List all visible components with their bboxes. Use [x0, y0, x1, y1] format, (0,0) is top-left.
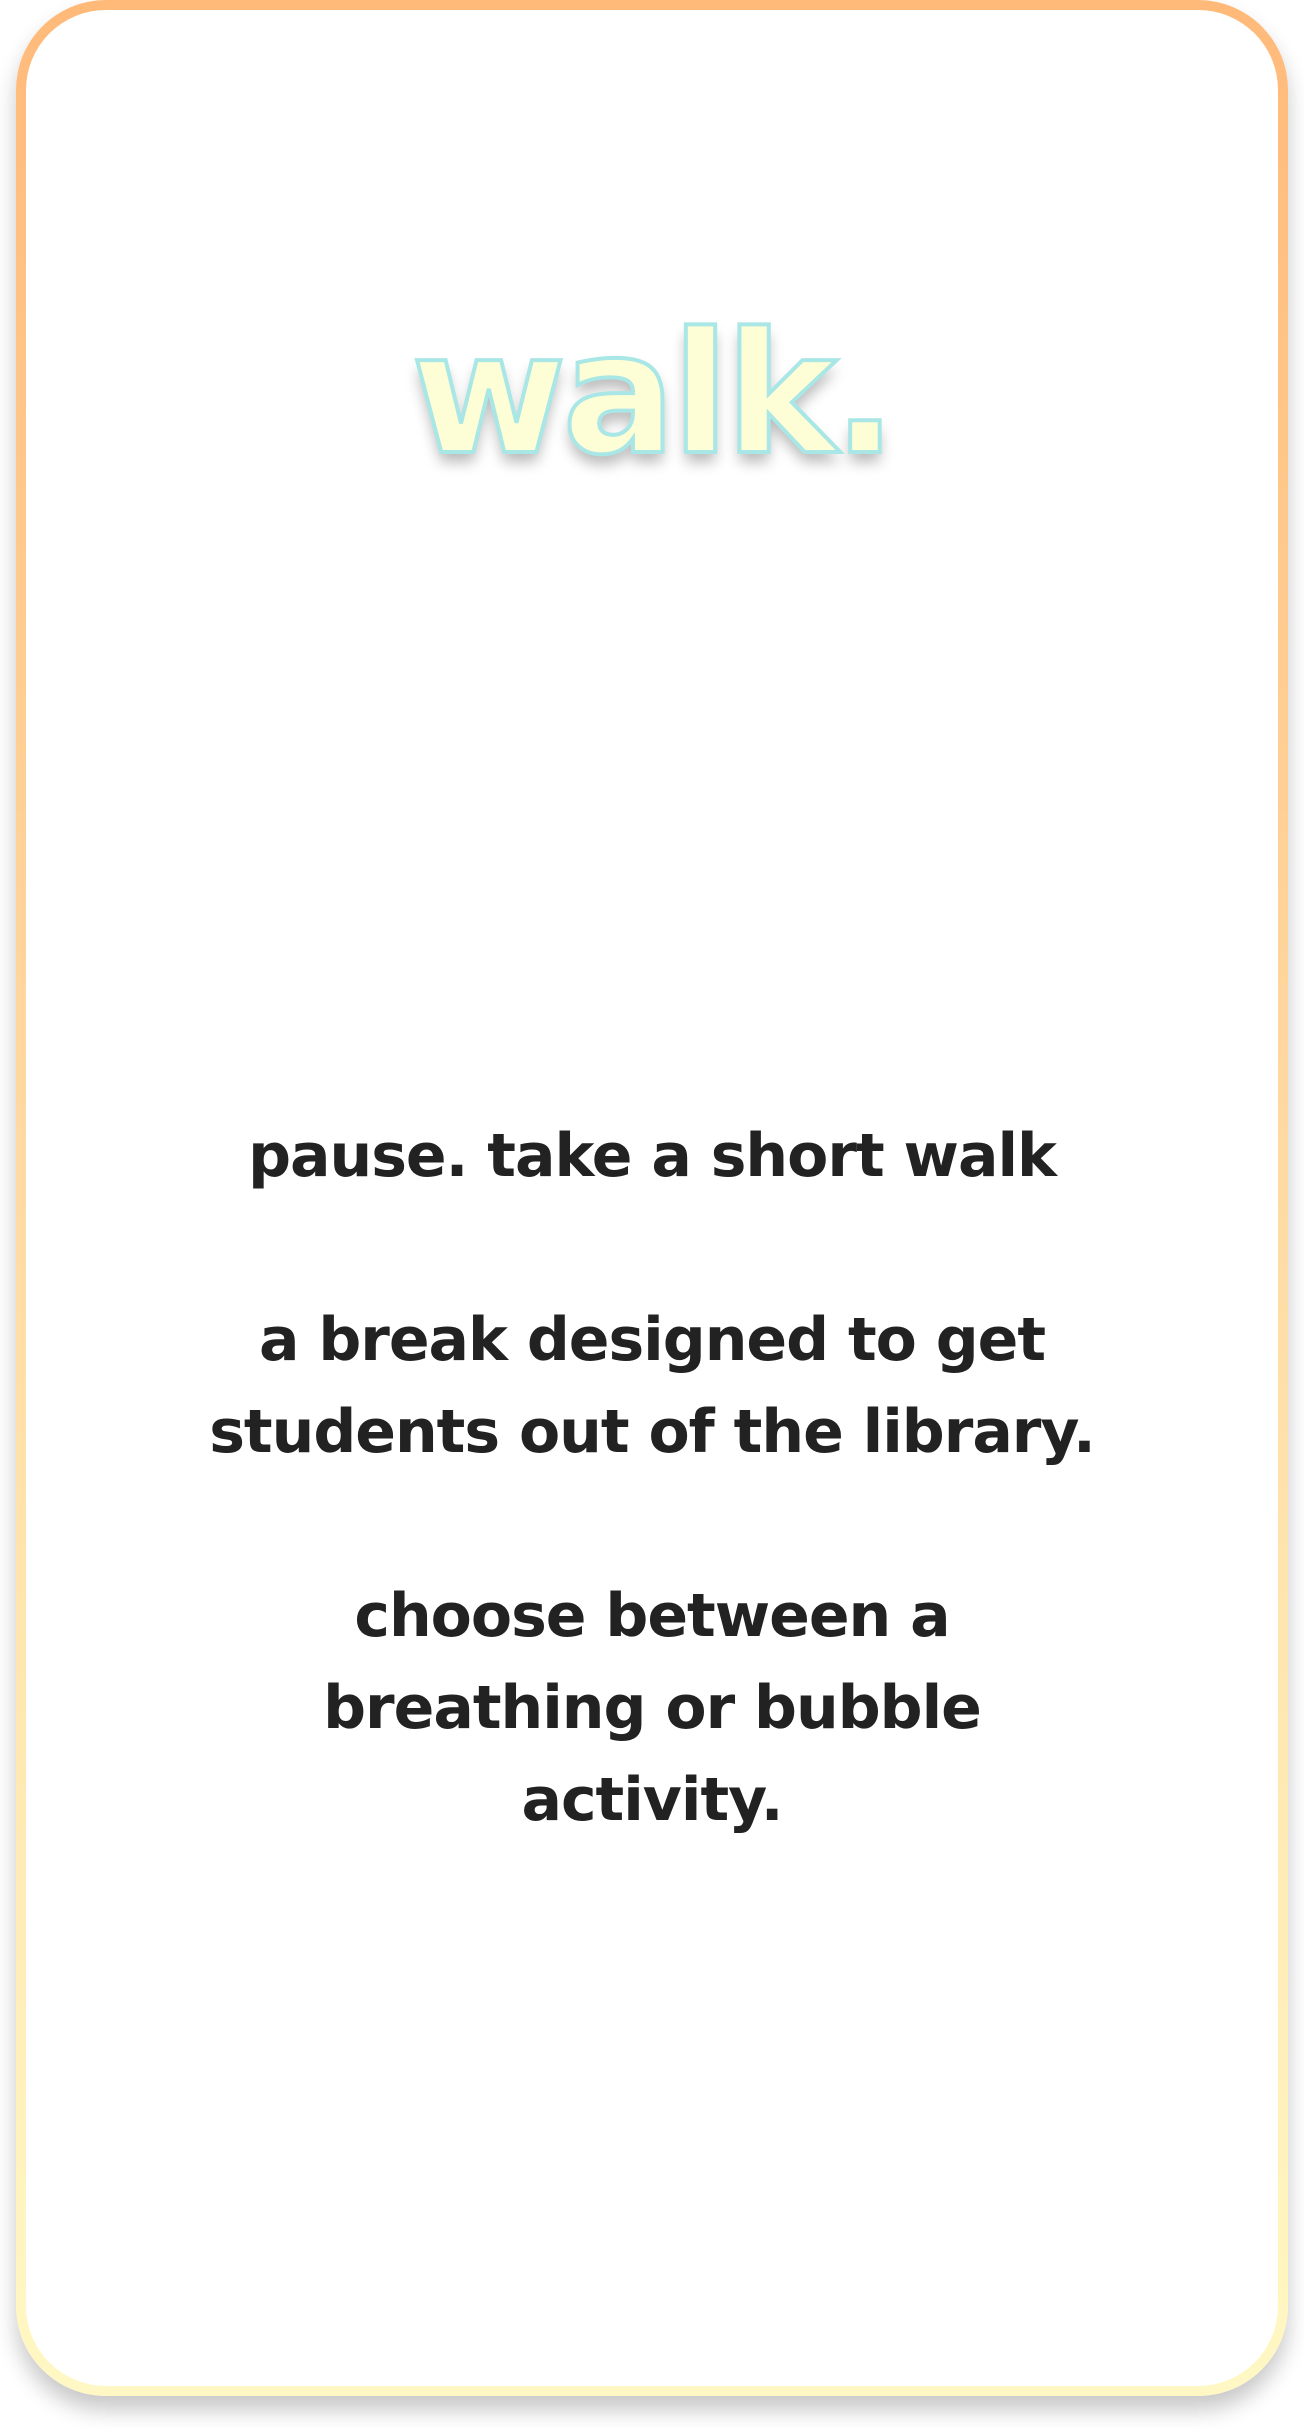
tagline-text: pause. take a short walk	[248, 1121, 1057, 1191]
card-body: walk. pause. take a short walk a break d…	[26, 10, 1278, 2386]
walk-logo: walk.	[409, 296, 899, 492]
card-copy: pause. take a short walk a break designe…	[26, 1110, 1278, 1938]
description-text: a break designed to get students out of …	[209, 1305, 1096, 1467]
instruction-text: choose between a breathing or bubble act…	[323, 1581, 982, 1835]
card-frame: walk. pause. take a short walk a break d…	[16, 0, 1288, 2396]
